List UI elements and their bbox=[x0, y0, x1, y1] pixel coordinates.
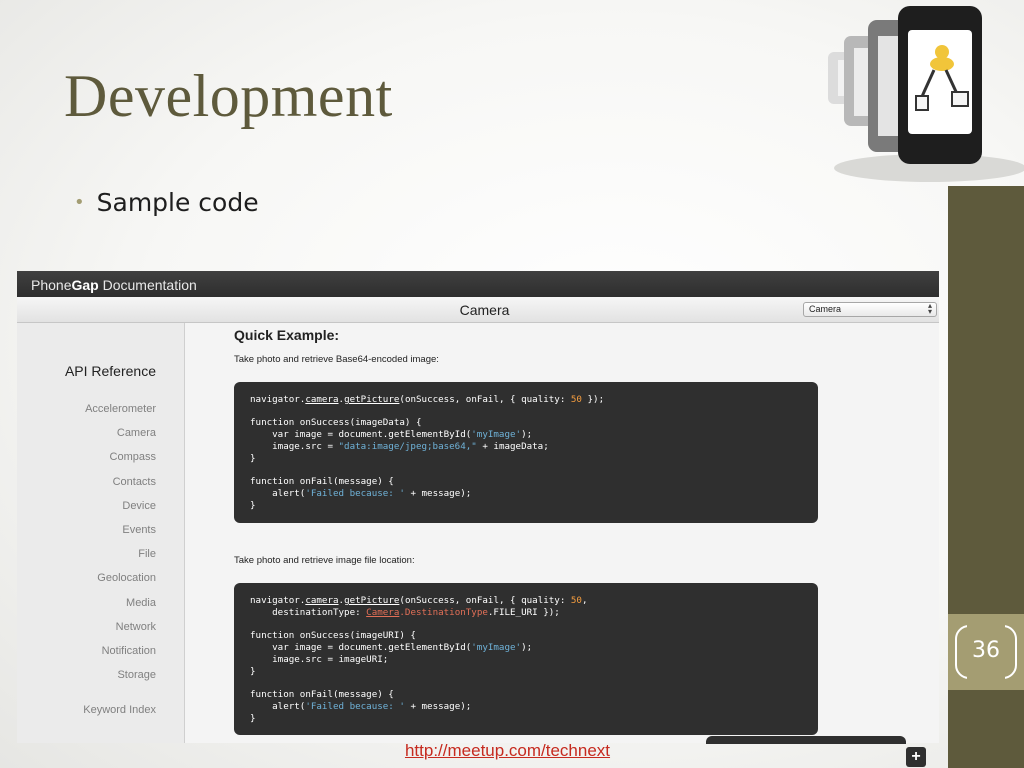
bullet-dot-icon: • bbox=[74, 192, 85, 213]
docs-brand[interactable]: PhoneGap Documentation bbox=[31, 277, 197, 293]
api-item-device[interactable]: Device bbox=[17, 500, 156, 524]
code-line: alert('Failed because: ' + message); bbox=[250, 701, 472, 712]
code-block: navigator.camera.getPicture(onSuccess, o… bbox=[234, 382, 818, 523]
page-number: 36 bbox=[972, 638, 1000, 663]
phonegap-docs-screenshot: PhoneGap Documentation Camera Camera ▴ ▾ … bbox=[17, 271, 939, 743]
quick-example-heading: Quick Example: bbox=[234, 327, 340, 343]
meetup-link[interactable]: http://meetup.com/technext bbox=[0, 741, 1015, 761]
api-item-compass[interactable]: Compass bbox=[17, 451, 156, 475]
api-item-geolocation[interactable]: Geolocation bbox=[17, 572, 156, 596]
code-line: } bbox=[250, 666, 256, 677]
api-item-notification[interactable]: Notification bbox=[17, 645, 156, 669]
api-reference-heading: API Reference bbox=[64, 363, 156, 379]
code-line: image.src = "data:image/jpeg;base64," + … bbox=[250, 441, 549, 452]
api-item-events[interactable]: Events bbox=[17, 524, 156, 548]
docs-header: PhoneGap Documentation bbox=[17, 271, 939, 297]
docs-subheader: Camera Camera ▴ ▾ bbox=[17, 297, 939, 323]
code-line: navigator.camera.getPicture(onSuccess, o… bbox=[250, 595, 588, 606]
api-item-file[interactable]: File bbox=[17, 548, 156, 572]
code-line: function onSuccess(imageData) { bbox=[250, 417, 422, 428]
slide-title: Development bbox=[64, 63, 393, 129]
docs-page-select[interactable]: Camera ▴ ▾ bbox=[803, 302, 937, 317]
docs-main-content: Quick Example: Take photo and retrieve B… bbox=[186, 323, 939, 743]
keyword-index-link[interactable]: Keyword Index bbox=[17, 704, 156, 716]
code-block: navigator.camera.getPicture(onSuccess, o… bbox=[234, 583, 818, 735]
api-item-camera[interactable]: Camera bbox=[17, 427, 156, 451]
api-item-media[interactable]: Media bbox=[17, 597, 156, 621]
docs-sidebar: API Reference Accelerometer Camera Compa… bbox=[17, 323, 185, 743]
code-line: navigator.camera.getPicture(onSuccess, o… bbox=[250, 394, 605, 405]
code-line: } bbox=[250, 500, 256, 511]
code-line: function onSuccess(imageURI) { bbox=[250, 630, 416, 641]
code-line: image.src = imageURI; bbox=[250, 654, 389, 665]
code-line: destinationType: Camera.DestinationType.… bbox=[250, 607, 560, 618]
example-description: Take photo and retrieve image file locat… bbox=[234, 555, 415, 566]
docs-select-value: Camera bbox=[809, 304, 842, 314]
code-line: var image = document.getElementById('myI… bbox=[250, 642, 533, 653]
code-line: } bbox=[250, 453, 256, 464]
bullet-text: Sample code bbox=[96, 188, 259, 217]
select-arrows-icon: ▴ ▾ bbox=[927, 301, 932, 316]
api-list: Accelerometer Camera Compass Contacts De… bbox=[17, 403, 156, 693]
api-item-contacts[interactable]: Contacts bbox=[17, 476, 156, 500]
bullet-item: • Sample code bbox=[74, 188, 259, 217]
api-item-network[interactable]: Network bbox=[17, 621, 156, 645]
code-line: alert('Failed because: ' + message); bbox=[250, 488, 472, 499]
example-description: Take photo and retrieve Base64-encoded i… bbox=[234, 354, 439, 365]
code-line: function onFail(message) { bbox=[250, 476, 394, 487]
code-line: var image = document.getElementById('myI… bbox=[250, 429, 533, 440]
code-line: } bbox=[250, 713, 256, 724]
code-line: function onFail(message) { bbox=[250, 689, 394, 700]
phonegap-logo-icon bbox=[828, 6, 1024, 182]
api-item-storage[interactable]: Storage bbox=[17, 669, 156, 693]
docs-page-title: Camera bbox=[459, 302, 510, 318]
api-item-accelerometer[interactable]: Accelerometer bbox=[17, 403, 156, 427]
